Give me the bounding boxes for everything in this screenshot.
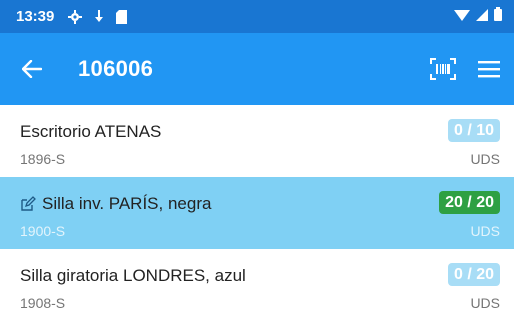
- wifi-icon: [454, 8, 470, 26]
- quantity-badge: 0 / 20: [447, 263, 500, 286]
- item-code: 1900-S: [20, 223, 66, 239]
- quantity-badge: 20 / 20: [439, 191, 500, 214]
- item-unit: UDS: [470, 295, 500, 311]
- page-title: 106006: [78, 56, 154, 81]
- signal-icon: [476, 8, 488, 26]
- download-icon: [94, 9, 104, 24]
- status-bar: 13:39: [0, 0, 514, 33]
- status-time: 13:39: [16, 8, 55, 25]
- quantity-badge: 0 / 10: [447, 119, 500, 142]
- battery-icon: [494, 7, 502, 26]
- barcode-scan-icon[interactable]: [430, 58, 456, 80]
- item-code: 1908-S: [20, 295, 66, 311]
- item-unit: UDS: [470, 151, 500, 167]
- settings-gear-icon: [68, 9, 83, 24]
- item-list: Escritorio ATENAS 1896-S 0 / 10 UDS Sill…: [0, 105, 514, 321]
- edit-icon: [20, 196, 36, 212]
- item-name: Silla giratoria LONDRES, azul: [20, 266, 246, 285]
- item-name: Silla inv. PARÍS, negra: [42, 194, 212, 213]
- list-item-selected[interactable]: Silla inv. PARÍS, negra 1900-S 20 / 20 U…: [0, 177, 514, 249]
- list-item[interactable]: Silla giratoria LONDRES, azul 1908-S 0 /…: [0, 249, 514, 321]
- back-arrow-icon[interactable]: [20, 57, 44, 81]
- app-bar: 106006: [0, 33, 514, 105]
- menu-icon[interactable]: [478, 60, 500, 78]
- item-name-row: Silla inv. PARÍS, negra: [20, 194, 211, 214]
- item-name: Escritorio ATENAS: [20, 122, 162, 141]
- item-code: 1896-S: [20, 151, 66, 167]
- sd-card-icon: [116, 9, 128, 24]
- list-item[interactable]: Escritorio ATENAS 1896-S 0 / 10 UDS: [0, 105, 514, 177]
- item-unit: UDS: [470, 223, 500, 239]
